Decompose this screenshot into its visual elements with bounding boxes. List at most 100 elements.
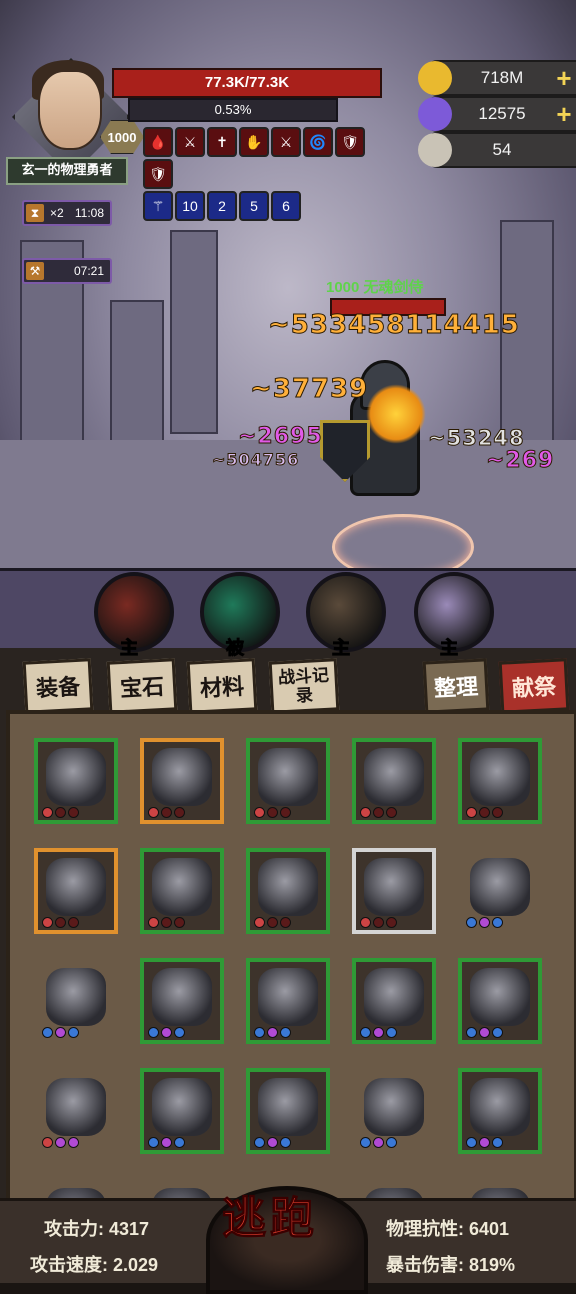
spiked-armor-icon <box>46 968 106 1026</box>
currency-value: 12575 <box>478 104 526 123</box>
rank-dot <box>161 807 172 818</box>
skill-type-tag: 主 <box>120 638 139 659</box>
buff-icon: 🩸 <box>143 127 173 157</box>
currency-value: 718M <box>480 68 524 87</box>
sacrifice-button[interactable]: 献祭 <box>498 658 570 714</box>
item-rank-dots <box>42 1027 79 1038</box>
rank-dot <box>466 1137 477 1148</box>
tab-battle-log[interactable]: 战斗记录 <box>268 658 340 714</box>
rank-dot <box>360 1027 371 1038</box>
rank-dot <box>360 807 371 818</box>
item-rank-dots <box>360 1027 397 1038</box>
rank-dot <box>174 917 185 928</box>
boost-timer[interactable]: ⧗ ×2 11:08 <box>22 200 112 226</box>
add-gold-button[interactable]: + <box>552 63 576 94</box>
currency-skull: 54 <box>418 132 576 168</box>
equipment-slot[interactable] <box>140 958 224 1044</box>
skull-belt-icon <box>152 968 212 1026</box>
rank-dot <box>148 917 159 928</box>
rank-dot <box>267 1137 278 1148</box>
tab-materials[interactable]: 材料 <box>186 658 258 714</box>
rank-dot <box>386 1137 397 1148</box>
hammer-icon: ⚒ <box>26 262 44 280</box>
equipment-slot[interactable] <box>140 848 224 934</box>
equipment-slot[interactable] <box>458 958 542 1044</box>
rank-dot <box>373 1137 384 1148</box>
tab-equipment[interactable]: 装备 <box>22 658 94 714</box>
rank-dot <box>280 807 291 818</box>
item-rank-dots <box>254 807 291 818</box>
equipment-slot[interactable] <box>458 738 542 824</box>
boost-timer[interactable]: ⚒ 07:21 <box>22 258 112 284</box>
buff-icon: ✋ <box>239 127 269 157</box>
item-rank-dots <box>254 917 291 928</box>
equipment-slot[interactable] <box>352 958 436 1044</box>
tab-gems[interactable]: 宝石 <box>106 658 178 714</box>
timer-time: 11:08 <box>74 206 104 220</box>
buff-icon: 🌀 <box>303 127 333 157</box>
item-rank-dots <box>466 1027 503 1038</box>
rank-dot <box>68 1027 79 1038</box>
equipment-slot[interactable] <box>246 738 330 824</box>
flee-button[interactable]: 逃跑 <box>222 1195 318 1242</box>
hourglass-icon: ⧗ <box>26 204 44 222</box>
equipment-slot[interactable] <box>34 1068 118 1154</box>
rank-dot <box>479 1027 490 1038</box>
rank-dot <box>42 917 53 928</box>
rank-dot <box>42 1137 53 1148</box>
rank-dot <box>267 807 278 818</box>
skill-type-tag: 主 <box>332 638 351 659</box>
item-rank-dots <box>466 917 503 928</box>
equipment-slot[interactable] <box>458 848 542 934</box>
rank-dot <box>148 1137 159 1148</box>
item-rank-dots <box>42 917 79 928</box>
currency-value: 54 <box>492 140 512 159</box>
rank-dot <box>466 1027 477 1038</box>
organize-button[interactable]: 整理 <box>422 658 490 714</box>
item-rank-dots <box>466 807 503 818</box>
equipment-slot[interactable] <box>352 1068 436 1154</box>
golden-gauntlets-icon <box>470 968 530 1026</box>
hit-effect <box>366 384 426 444</box>
equipment-slot[interactable] <box>140 738 224 824</box>
damage-number: ~2695 <box>238 424 323 450</box>
equipment-slot[interactable] <box>352 738 436 824</box>
rank-dot <box>55 1137 66 1148</box>
rank-dot <box>68 917 79 928</box>
rank-dot <box>42 807 53 818</box>
rank-dot <box>254 1027 265 1038</box>
equipment-slot[interactable] <box>458 1068 542 1154</box>
rank-dot <box>280 917 291 928</box>
dragon-armor-icon <box>46 748 106 806</box>
equipment-grid <box>6 710 576 1202</box>
currency-gem: 12575 + <box>418 96 576 132</box>
attack-label: 攻击力: <box>44 1219 104 1239</box>
gauntlets-icon <box>258 858 318 916</box>
skull-helmet-icon <box>470 858 530 916</box>
equipment-slot[interactable] <box>34 958 118 1044</box>
equipment-slot[interactable] <box>34 738 118 824</box>
necklace-icon <box>364 748 424 806</box>
equipment-slot[interactable] <box>140 1068 224 1154</box>
samurai-armor-icon <box>152 1078 212 1136</box>
crit-dmg-label: 暴击伤害: <box>386 1255 464 1275</box>
equipment-slot[interactable] <box>246 848 330 934</box>
equipment-slot[interactable] <box>246 1068 330 1154</box>
buff-icon: 10 <box>175 191 205 221</box>
add-gem-button[interactable]: + <box>552 99 576 130</box>
timer-label: ×2 <box>50 206 64 220</box>
rank-dot <box>373 1027 384 1038</box>
item-rank-dots <box>254 1137 291 1148</box>
rank-dot <box>492 1027 503 1038</box>
rank-dot <box>267 1027 278 1038</box>
steel-boots-icon <box>258 1078 318 1136</box>
equipment-slot[interactable] <box>246 958 330 1044</box>
buff-icon: 5 <box>239 191 269 221</box>
rank-dot <box>161 1137 172 1148</box>
speed-value: 2.029 <box>113 1255 159 1275</box>
equipment-slot[interactable] <box>34 848 118 934</box>
equipment-slot[interactable] <box>352 848 436 934</box>
item-rank-dots <box>254 1027 291 1038</box>
item-rank-dots <box>148 1027 185 1038</box>
rank-dot <box>373 917 384 928</box>
